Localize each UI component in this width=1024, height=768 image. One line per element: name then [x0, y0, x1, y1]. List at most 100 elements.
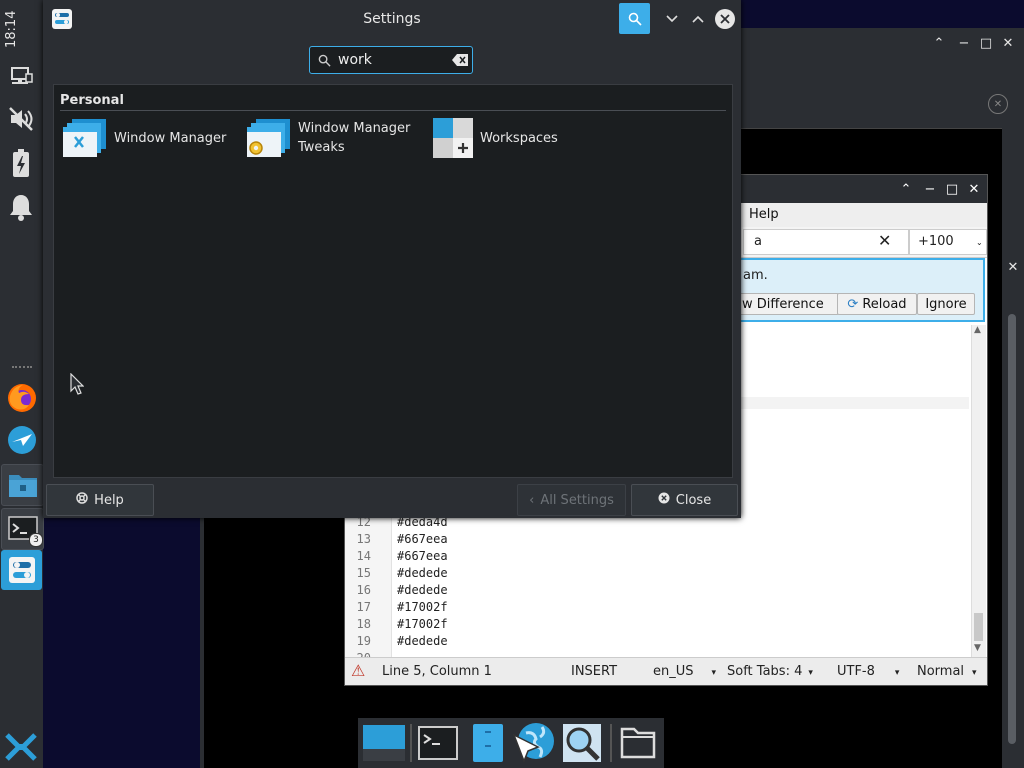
- all-settings-button[interactable]: ‹ All Settings: [517, 484, 626, 516]
- chevron-down-icon[interactable]: [663, 10, 681, 28]
- file-manager-icon[interactable]: [1, 464, 44, 506]
- chevron-down-icon[interactable]: ⌄: [976, 238, 983, 247]
- setting-label: Window Manager Tweaks: [298, 119, 410, 157]
- scroll-down-icon[interactable]: ▼: [974, 643, 981, 653]
- highlight-selector[interactable]: Normal ▾: [917, 664, 977, 679]
- chevron-left-icon: ‹: [529, 492, 535, 508]
- maximize-icon[interactable]: □: [943, 180, 961, 198]
- reload-button[interactable]: ⟳ Reload: [837, 293, 917, 315]
- chevron-up-icon[interactable]: [689, 10, 707, 28]
- left-panel: 18:14 3: [0, 0, 44, 768]
- encoding-selector[interactable]: UTF-8 ▾: [837, 664, 899, 679]
- find-input-value: a: [754, 234, 762, 249]
- language-selector[interactable]: en_US ▾: [653, 664, 716, 679]
- highlight-value: Normal: [917, 664, 965, 679]
- chevron-down-icon: ▾: [972, 668, 977, 678]
- close-icon[interactable]: ✕: [999, 34, 1017, 52]
- ignore-button[interactable]: Ignore: [917, 293, 975, 315]
- chevron-down-icon: ▾: [894, 668, 900, 678]
- code-line: 13 #667eea: [345, 532, 448, 549]
- help-button-label: Help: [94, 492, 124, 508]
- help-icon: [76, 492, 88, 508]
- insert-mode[interactable]: INSERT: [571, 664, 617, 679]
- settings-icon[interactable]: [1, 550, 42, 590]
- setting-window-manager[interactable]: Window Manager: [62, 115, 226, 161]
- line-number: 15: [356, 566, 371, 580]
- maximize-icon[interactable]: □: [977, 34, 995, 52]
- cursor-position: Line 5, Column 1: [382, 664, 492, 679]
- search-field[interactable]: [309, 46, 473, 74]
- firefox-icon[interactable]: [1, 378, 42, 418]
- line-number: 19: [356, 634, 371, 648]
- section-divider: [60, 110, 726, 111]
- file-manager-icon[interactable]: [466, 721, 510, 765]
- window-count-badge: 3: [29, 533, 43, 547]
- terminal-icon[interactable]: [416, 721, 460, 765]
- show-difference-button[interactable]: w Difference: [739, 293, 839, 315]
- workspaces-icon: [433, 118, 473, 158]
- network-icon[interactable]: [6, 62, 36, 92]
- chevron-up-icon[interactable]: ⌃: [897, 180, 915, 198]
- battery-charging-icon[interactable]: [6, 148, 36, 178]
- close-icon[interactable]: ✕: [1004, 258, 1022, 276]
- xfce-logo-icon[interactable]: [4, 732, 38, 764]
- tabs-selector[interactable]: Soft Tabs: 4 ▾: [727, 664, 813, 679]
- line-number: 18: [356, 617, 371, 631]
- search-icon: [318, 54, 331, 67]
- notification-bell-icon[interactable]: [6, 192, 36, 222]
- app-finder-icon[interactable]: [560, 721, 604, 765]
- code-line: 18 #17002f: [345, 617, 448, 634]
- line-number: 16: [356, 583, 371, 597]
- clock[interactable]: 18:14: [4, 6, 38, 52]
- offset-value: +100: [918, 234, 954, 249]
- search-input[interactable]: [338, 51, 442, 69]
- help-button[interactable]: Help: [46, 484, 154, 516]
- settings-titlebar[interactable]: Settings: [43, 0, 741, 38]
- find-input[interactable]: a ✕: [743, 229, 909, 255]
- warning-icon: ⚠: [351, 661, 366, 680]
- close-button-label: Close: [675, 492, 712, 508]
- all-settings-label: All Settings: [540, 492, 614, 508]
- settings-window: Settings Personal Window Manager: [43, 0, 741, 518]
- web-browser-icon[interactable]: [512, 721, 556, 765]
- setting-window-manager-tweaks[interactable]: Window Manager Tweaks: [246, 115, 410, 161]
- folder-icon[interactable]: [616, 721, 660, 765]
- scrollbar-thumb[interactable]: [974, 613, 983, 641]
- bottom-dock: [358, 718, 664, 768]
- search-toggle-button[interactable]: [619, 3, 650, 34]
- line-text: #dedede: [397, 566, 448, 580]
- show-desktop-icon[interactable]: [362, 721, 406, 765]
- editor-scrollbar[interactable]: ▲ ▼: [971, 325, 986, 657]
- clear-text-icon[interactable]: [452, 54, 468, 66]
- close-icon[interactable]: ✕: [965, 180, 983, 198]
- line-offset-field[interactable]: +100 ⌄: [909, 229, 987, 255]
- close-button[interactable]: Close: [631, 484, 738, 516]
- speaker-muted-icon[interactable]: [6, 104, 36, 134]
- window-manager-tweaks-icon: [247, 119, 290, 157]
- clear-icon[interactable]: ✕: [988, 94, 1008, 114]
- kolibri-browser-icon[interactable]: [1, 420, 42, 460]
- terminal-icon[interactable]: 3: [1, 508, 44, 550]
- editor-statusbar: ⚠ Line 5, Column 1 INSERT en_US ▾ Soft Ta…: [345, 657, 987, 685]
- minimize-icon[interactable]: −: [921, 180, 939, 198]
- minimize-icon[interactable]: −: [955, 34, 973, 52]
- code-line: 15 #dedede: [345, 566, 448, 583]
- reload-label: Reload: [862, 296, 907, 312]
- frame-right: ✕: [1002, 128, 1024, 768]
- panel-separator: [12, 366, 32, 372]
- window-manager-icon: [63, 119, 106, 157]
- mouse-cursor-icon: [70, 372, 85, 399]
- line-text: #667eea: [397, 532, 448, 546]
- setting-workspaces[interactable]: Workspaces: [432, 115, 558, 161]
- scrollbar-thumb[interactable]: [1008, 314, 1016, 744]
- close-window-button[interactable]: [715, 9, 735, 29]
- line-text: #17002f: [397, 600, 448, 614]
- line-text: #17002f: [397, 617, 448, 631]
- encoding-value: UTF-8: [837, 664, 875, 679]
- scroll-up-icon[interactable]: ▲: [974, 325, 981, 335]
- code-line: 17 #17002f: [345, 600, 448, 617]
- menu-help[interactable]: Help: [749, 207, 779, 222]
- line-text: #dedede: [397, 583, 448, 597]
- clear-icon[interactable]: ✕: [878, 231, 891, 250]
- chevron-up-icon[interactable]: ⌃: [930, 34, 948, 52]
